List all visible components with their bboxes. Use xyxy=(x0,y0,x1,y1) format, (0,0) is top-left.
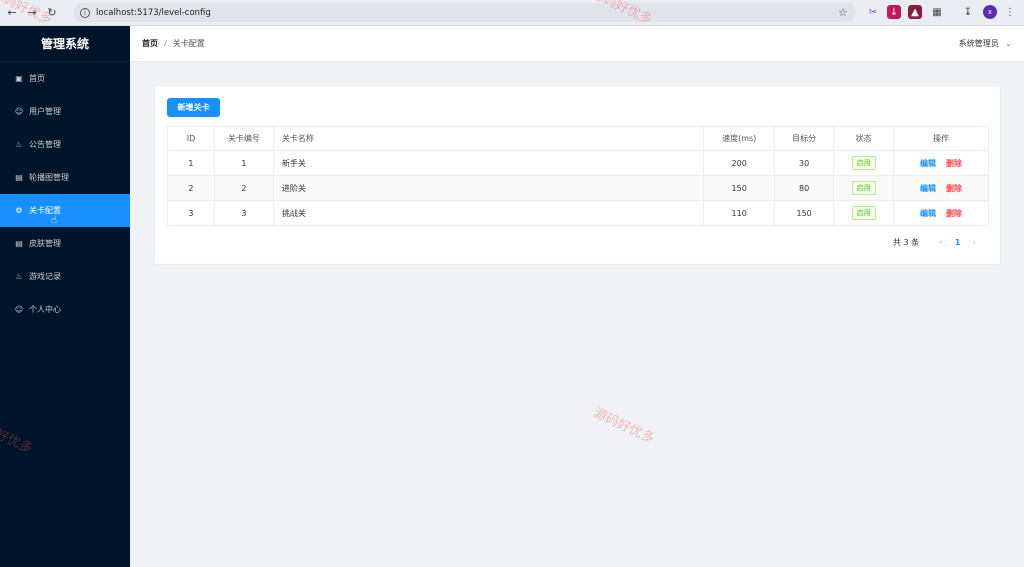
browser-menu-icon[interactable]: ⋮ xyxy=(1003,5,1017,19)
table-header-row: ID 关卡编号 关卡名称 速度(ms) 目标分 状态 操作 xyxy=(167,126,989,151)
content-card: 新增关卡 ID 关卡编号 关卡名称 速度(ms) 目标分 状态 操作 1 1 新… xyxy=(154,85,1001,265)
edit-button[interactable]: 编辑 xyxy=(920,209,936,218)
user-menu[interactable]: 系统管理员 ⌄ xyxy=(959,38,1012,49)
cell-id: 3 xyxy=(167,200,215,226)
chevron-left-icon[interactable]: ‹ xyxy=(939,238,943,248)
profile-avatar[interactable]: x xyxy=(983,5,997,19)
site-info-icon[interactable]: i xyxy=(80,7,90,18)
cell-speed: 150 xyxy=(703,175,776,201)
user-name: 系统管理员 xyxy=(958,39,999,48)
cell-id: 2 xyxy=(167,175,215,201)
column-header-speed: 速度(ms) xyxy=(703,126,776,151)
cell-target: 80 xyxy=(774,175,835,201)
column-header-status: 状态 xyxy=(833,126,895,151)
status-badge: 启用 xyxy=(851,181,876,195)
image-icon: ▤ xyxy=(15,239,23,248)
column-header-id: ID xyxy=(167,126,215,151)
cell-level-name: 进阶关 xyxy=(272,175,705,201)
download-extension-icon[interactable]: ↓ xyxy=(887,5,901,19)
sidebar-title: 管理系统 xyxy=(0,26,130,62)
delete-button[interactable]: 删除 xyxy=(946,159,962,168)
breadcrumb-home[interactable]: 首页 xyxy=(142,38,158,49)
sidebar-item-level-config[interactable]: ⚙ 关卡配置 xyxy=(0,194,130,227)
address-bar[interactable]: i localhost:5173/level-config ☆ xyxy=(74,3,856,22)
pagination-total: 共 3 条 xyxy=(893,238,920,247)
chevron-down-icon: ⌄ xyxy=(1005,39,1012,48)
downloads-icon[interactable]: ↧ xyxy=(961,5,975,19)
cell-level-name: 挑战关 xyxy=(272,200,705,226)
cell-target: 150 xyxy=(774,200,835,226)
sidebar-item-notices[interactable]: ♨ 公告管理 xyxy=(0,128,130,161)
user-icon: ☺ xyxy=(14,305,24,314)
status-badge: 启用 xyxy=(851,206,876,220)
cell-status: 启用 xyxy=(833,150,895,176)
cell-speed: 110 xyxy=(703,200,776,226)
watermark: 源码好优多 xyxy=(591,405,657,447)
sidebar-item-label: 个人中心 xyxy=(29,305,61,314)
cell-id: 1 xyxy=(167,150,215,176)
home-icon: ▣ xyxy=(15,74,23,83)
cell-actions: 编辑 删除 xyxy=(893,150,989,176)
column-header-target: 目标分 xyxy=(774,126,835,151)
status-badge: 启用 xyxy=(851,156,876,170)
level-table: ID 关卡编号 关卡名称 速度(ms) 目标分 状态 操作 1 1 新手关 20… xyxy=(167,126,989,226)
app-extension-icon[interactable]: ▲ xyxy=(908,5,922,19)
cell-level-name: 新手关 xyxy=(272,150,705,176)
browser-toolbar: ← → ↻ i localhost:5173/level-config ☆ ✂ … xyxy=(0,0,1024,26)
extensions-puzzle-icon[interactable]: ▦ xyxy=(930,5,944,19)
image-icon: ▤ xyxy=(15,173,23,182)
bell-icon: ♨ xyxy=(15,140,23,149)
sidebar-item-label: 公告管理 xyxy=(29,140,61,149)
pointer-cursor-icon: ☝ xyxy=(51,215,58,226)
url-text: localhost:5173/level-config xyxy=(96,7,211,18)
cell-actions: 编辑 删除 xyxy=(893,200,989,226)
scissors-extension-icon[interactable]: ✂ xyxy=(866,5,880,19)
delete-button[interactable]: 删除 xyxy=(946,184,962,193)
cell-level-no: 2 xyxy=(213,175,274,201)
sidebar-item-label: 皮肤管理 xyxy=(29,239,61,248)
add-level-button[interactable]: 新增关卡 xyxy=(167,98,220,117)
breadcrumb-separator: / xyxy=(164,39,167,48)
sidebar: 管理系统 ▣ 首页 ☺ 用户管理 ♨ 公告管理 ▤ 轮播图管理 ⚙ 关卡配置 ▤… xyxy=(0,26,130,567)
sidebar-item-label: 用户管理 xyxy=(29,107,61,116)
sidebar-item-profile[interactable]: ☺ 个人中心 xyxy=(0,293,130,326)
sidebar-item-label: 游戏记录 xyxy=(29,272,61,281)
sidebar-item-carousel[interactable]: ▤ 轮播图管理 xyxy=(0,161,130,194)
cell-level-no: 1 xyxy=(213,150,274,176)
sidebar-item-users[interactable]: ☺ 用户管理 xyxy=(0,95,130,128)
cell-status: 启用 xyxy=(833,200,895,226)
sidebar-item-game-records[interactable]: ♨ 游戏记录 xyxy=(0,260,130,293)
cell-status: 启用 xyxy=(833,175,895,201)
delete-button[interactable]: 删除 xyxy=(946,209,962,218)
column-header-level-no: 关卡编号 xyxy=(213,126,274,151)
sidebar-item-skins[interactable]: ▤ 皮肤管理 xyxy=(0,227,130,260)
gear-icon: ⚙ xyxy=(15,206,23,215)
table-row: 1 1 新手关 200 30 启用 编辑 删除 xyxy=(167,150,989,176)
edit-button[interactable]: 编辑 xyxy=(920,184,936,193)
cell-speed: 200 xyxy=(703,150,776,176)
page-number-current[interactable]: 1 xyxy=(955,238,961,247)
chevron-right-icon[interactable]: › xyxy=(972,238,976,248)
table-row: 3 3 挑战关 110 150 启用 编辑 删除 xyxy=(167,200,989,226)
table-row: 2 2 进阶关 150 80 启用 编辑 删除 xyxy=(167,175,989,201)
bookmark-star-icon[interactable]: ☆ xyxy=(838,6,848,19)
column-header-actions: 操作 xyxy=(893,126,989,151)
edit-button[interactable]: 编辑 xyxy=(920,159,936,168)
cell-level-no: 3 xyxy=(213,200,274,226)
column-header-level-name: 关卡名称 xyxy=(272,126,705,151)
cell-actions: 编辑 删除 xyxy=(893,175,989,201)
breadcrumb-current: 关卡配置 xyxy=(172,39,205,48)
sidebar-item-home[interactable]: ▣ 首页 xyxy=(0,62,130,95)
sidebar-item-label: 首页 xyxy=(29,74,45,83)
cell-target: 30 xyxy=(774,150,835,176)
pagination: 共 3 条 ‹ 1 › xyxy=(893,237,982,248)
user-icon: ☺ xyxy=(14,107,24,116)
sidebar-item-label: 轮播图管理 xyxy=(29,173,69,182)
bell-icon: ♨ xyxy=(15,272,23,281)
top-header: 首页 / 关卡配置 系统管理员 ⌄ xyxy=(130,26,1024,62)
